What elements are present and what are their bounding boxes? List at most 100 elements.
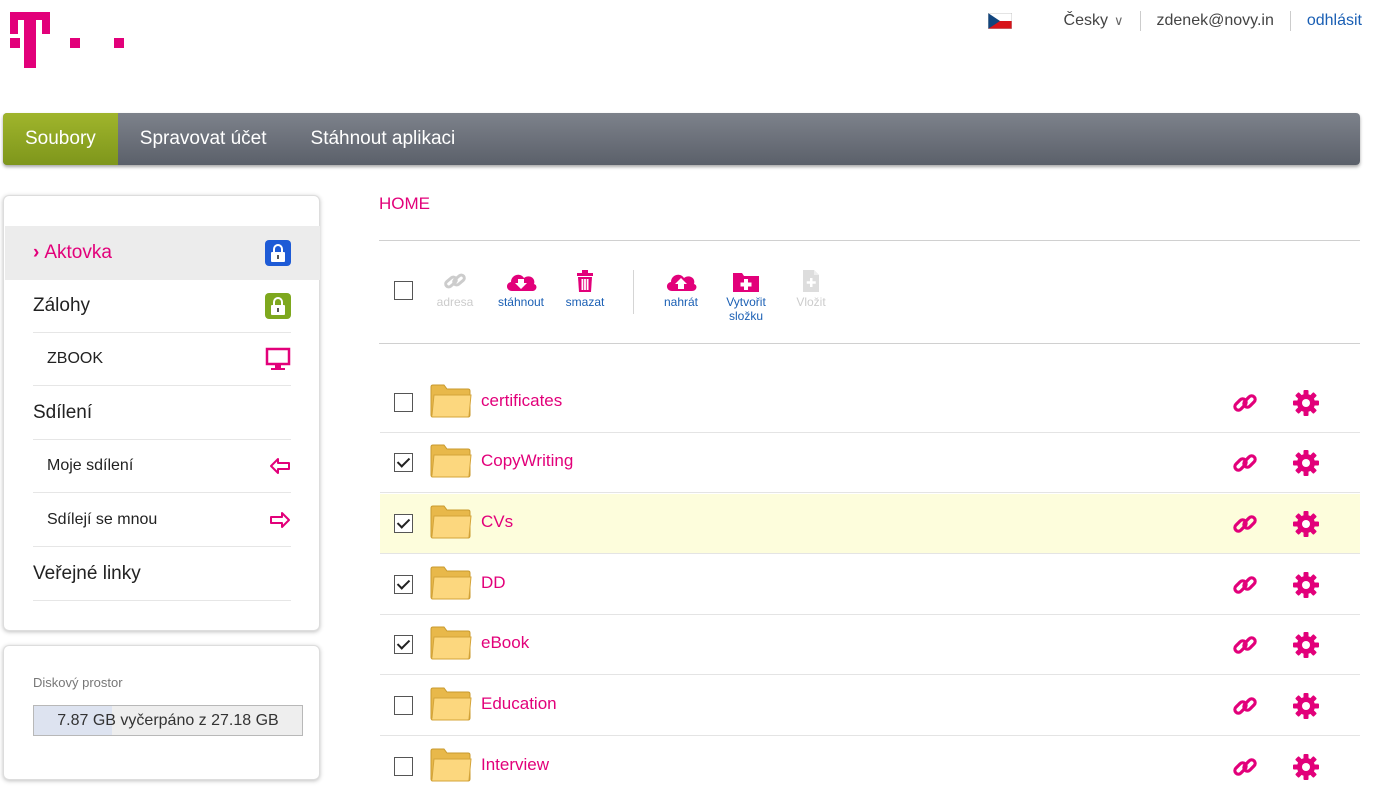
nahrat-button[interactable]: nahrát — [658, 269, 704, 309]
folder-row[interactable]: Interview — [380, 737, 1360, 791]
select-all-checkbox[interactable] — [394, 281, 413, 300]
language-select[interactable]: Česky ∨ — [1064, 12, 1124, 30]
vlozit-button[interactable]: Vložit — [790, 269, 832, 309]
disk-space-label: Diskový prostor — [33, 675, 123, 690]
folder-row[interactable]: DD — [380, 555, 1360, 615]
folder-row[interactable]: certificates — [380, 373, 1360, 433]
vytvorit-label-2: složku — [728, 309, 763, 323]
row-checkbox[interactable] — [394, 635, 413, 654]
paste-icon — [803, 270, 819, 292]
sidebar-item-moje-sdileni[interactable]: Moje sdílení — [33, 440, 291, 493]
cloud-download-icon — [506, 274, 537, 291]
logout-link[interactable]: odhlásit — [1307, 12, 1362, 30]
link-icon[interactable] — [1232, 572, 1258, 598]
folder-name[interactable]: eBook — [481, 633, 529, 653]
row-checkbox[interactable] — [394, 514, 413, 533]
sidebar-item-label: Zálohy — [33, 295, 91, 316]
row-checkbox[interactable] — [394, 453, 413, 472]
folder-name[interactable]: CVs — [481, 512, 513, 532]
divider — [379, 343, 1360, 344]
folder-name[interactable]: Interview — [481, 755, 549, 775]
folder-row[interactable]: CVs — [380, 494, 1360, 554]
sidebar-item-verejne-linky[interactable]: Veřejné linky — [33, 548, 291, 601]
folder-row[interactable]: eBook — [380, 615, 1360, 675]
folder-add-icon — [733, 273, 759, 292]
chevron-right-icon: › — [33, 242, 40, 263]
link-icon[interactable] — [1232, 754, 1258, 780]
gear-icon[interactable] — [1292, 449, 1320, 477]
link-icon[interactable] — [1232, 632, 1258, 658]
row-checkbox[interactable] — [394, 696, 413, 715]
sidebar-item-label: Aktovka — [44, 242, 112, 263]
sidebar: › Aktovka Zálohy ZBOOK Sdílení Moje sdíle… — [3, 195, 320, 631]
top-user-bar: Česky ∨ zdenek@novy.in odhlásit — [987, 11, 1362, 31]
folder-icon — [430, 444, 472, 478]
sidebar-item-aktovka[interactable]: › Aktovka — [5, 226, 320, 280]
folder-icon — [430, 505, 472, 539]
t-logo — [10, 12, 124, 68]
adresa-label: adresa — [436, 295, 474, 309]
smazat-button[interactable]: smazat — [561, 269, 609, 309]
tab-soubory[interactable]: Soubory — [3, 113, 118, 165]
divider — [1139, 11, 1141, 31]
adresa-button[interactable]: adresa — [433, 269, 477, 309]
sidebar-item-sdileji-se-mnou[interactable]: Sdílejí se mnou — [33, 494, 291, 547]
vytvorit-label-1: Vytvořit — [726, 295, 766, 309]
row-checkbox[interactable] — [394, 393, 413, 412]
folder-name[interactable]: Education — [481, 694, 557, 714]
folder-icon — [430, 384, 472, 418]
tab-stahnout-aplikaci[interactable]: Stáhnout aplikaci — [289, 113, 478, 165]
toolbar-divider — [633, 270, 634, 314]
sidebar-item-label: Sdílejí se mnou — [47, 511, 158, 528]
vlozit-label: Vložit — [796, 295, 826, 309]
folder-name[interactable]: CopyWriting — [481, 451, 573, 471]
user-email: zdenek@novy.in — [1156, 12, 1274, 29]
gear-icon[interactable] — [1292, 753, 1320, 781]
sidebar-item-label: ZBOOK — [47, 350, 104, 367]
chevron-down-icon: ∨ — [1113, 13, 1124, 28]
sidebar-item-sdileni[interactable]: Sdílení — [33, 387, 291, 440]
row-checkbox[interactable] — [394, 575, 413, 594]
tab-spravovat-ucet[interactable]: Spravovat účet — [118, 113, 289, 165]
folder-row[interactable]: Education — [380, 676, 1360, 736]
disk-space-panel: Diskový prostor 7.87 GB vyčerpáno z 27.1… — [3, 645, 320, 780]
breadcrumb-home[interactable]: HOME — [379, 194, 430, 214]
gear-icon[interactable] — [1292, 631, 1320, 659]
link-icon[interactable] — [1232, 450, 1258, 476]
folder-name[interactable]: certificates — [481, 391, 562, 411]
sidebar-item-label: Moje sdílení — [47, 457, 134, 474]
smazat-label: smazat — [565, 295, 605, 309]
vytvorit-slozku-button[interactable]: Vytvořit složku — [719, 269, 773, 323]
stahnout-button[interactable]: stáhnout — [493, 269, 549, 309]
sidebar-item-zalohy[interactable]: Zálohy — [33, 280, 291, 333]
cloud-upload-icon — [666, 274, 697, 291]
arrow-left-icon — [270, 458, 290, 474]
link-icon[interactable] — [1232, 693, 1258, 719]
disk-usage-bar: 7.87 GB vyčerpáno z 27.18 GB — [33, 705, 303, 736]
gear-icon[interactable] — [1292, 571, 1320, 599]
folder-icon — [430, 626, 472, 660]
row-checkbox[interactable] — [394, 757, 413, 776]
folder-icon — [430, 687, 472, 721]
folder-icon — [430, 566, 472, 600]
sidebar-item-label: Sdílení — [33, 402, 93, 423]
sidebar-item-zbook[interactable]: ZBOOK — [33, 333, 291, 386]
language-label: Česky — [1063, 12, 1108, 29]
stahnout-label: stáhnout — [497, 295, 545, 309]
link-icon[interactable] — [1232, 390, 1258, 416]
gear-icon[interactable] — [1292, 510, 1320, 538]
gear-icon[interactable] — [1292, 692, 1320, 720]
link-icon — [444, 273, 466, 289]
folder-row[interactable]: CopyWriting — [380, 433, 1360, 493]
czech-flag-icon[interactable] — [987, 13, 1012, 29]
gear-icon[interactable] — [1292, 389, 1320, 417]
nahrat-label: nahrát — [663, 295, 699, 309]
link-icon[interactable] — [1232, 511, 1258, 537]
lock-icon — [265, 293, 291, 319]
folder-name[interactable]: DD — [481, 573, 506, 593]
trash-icon — [577, 270, 593, 292]
lock-icon — [265, 240, 291, 266]
divider — [1289, 11, 1291, 31]
folder-icon — [430, 748, 472, 782]
disk-usage-text: 7.87 GB vyčerpáno z 27.18 GB — [57, 712, 279, 729]
